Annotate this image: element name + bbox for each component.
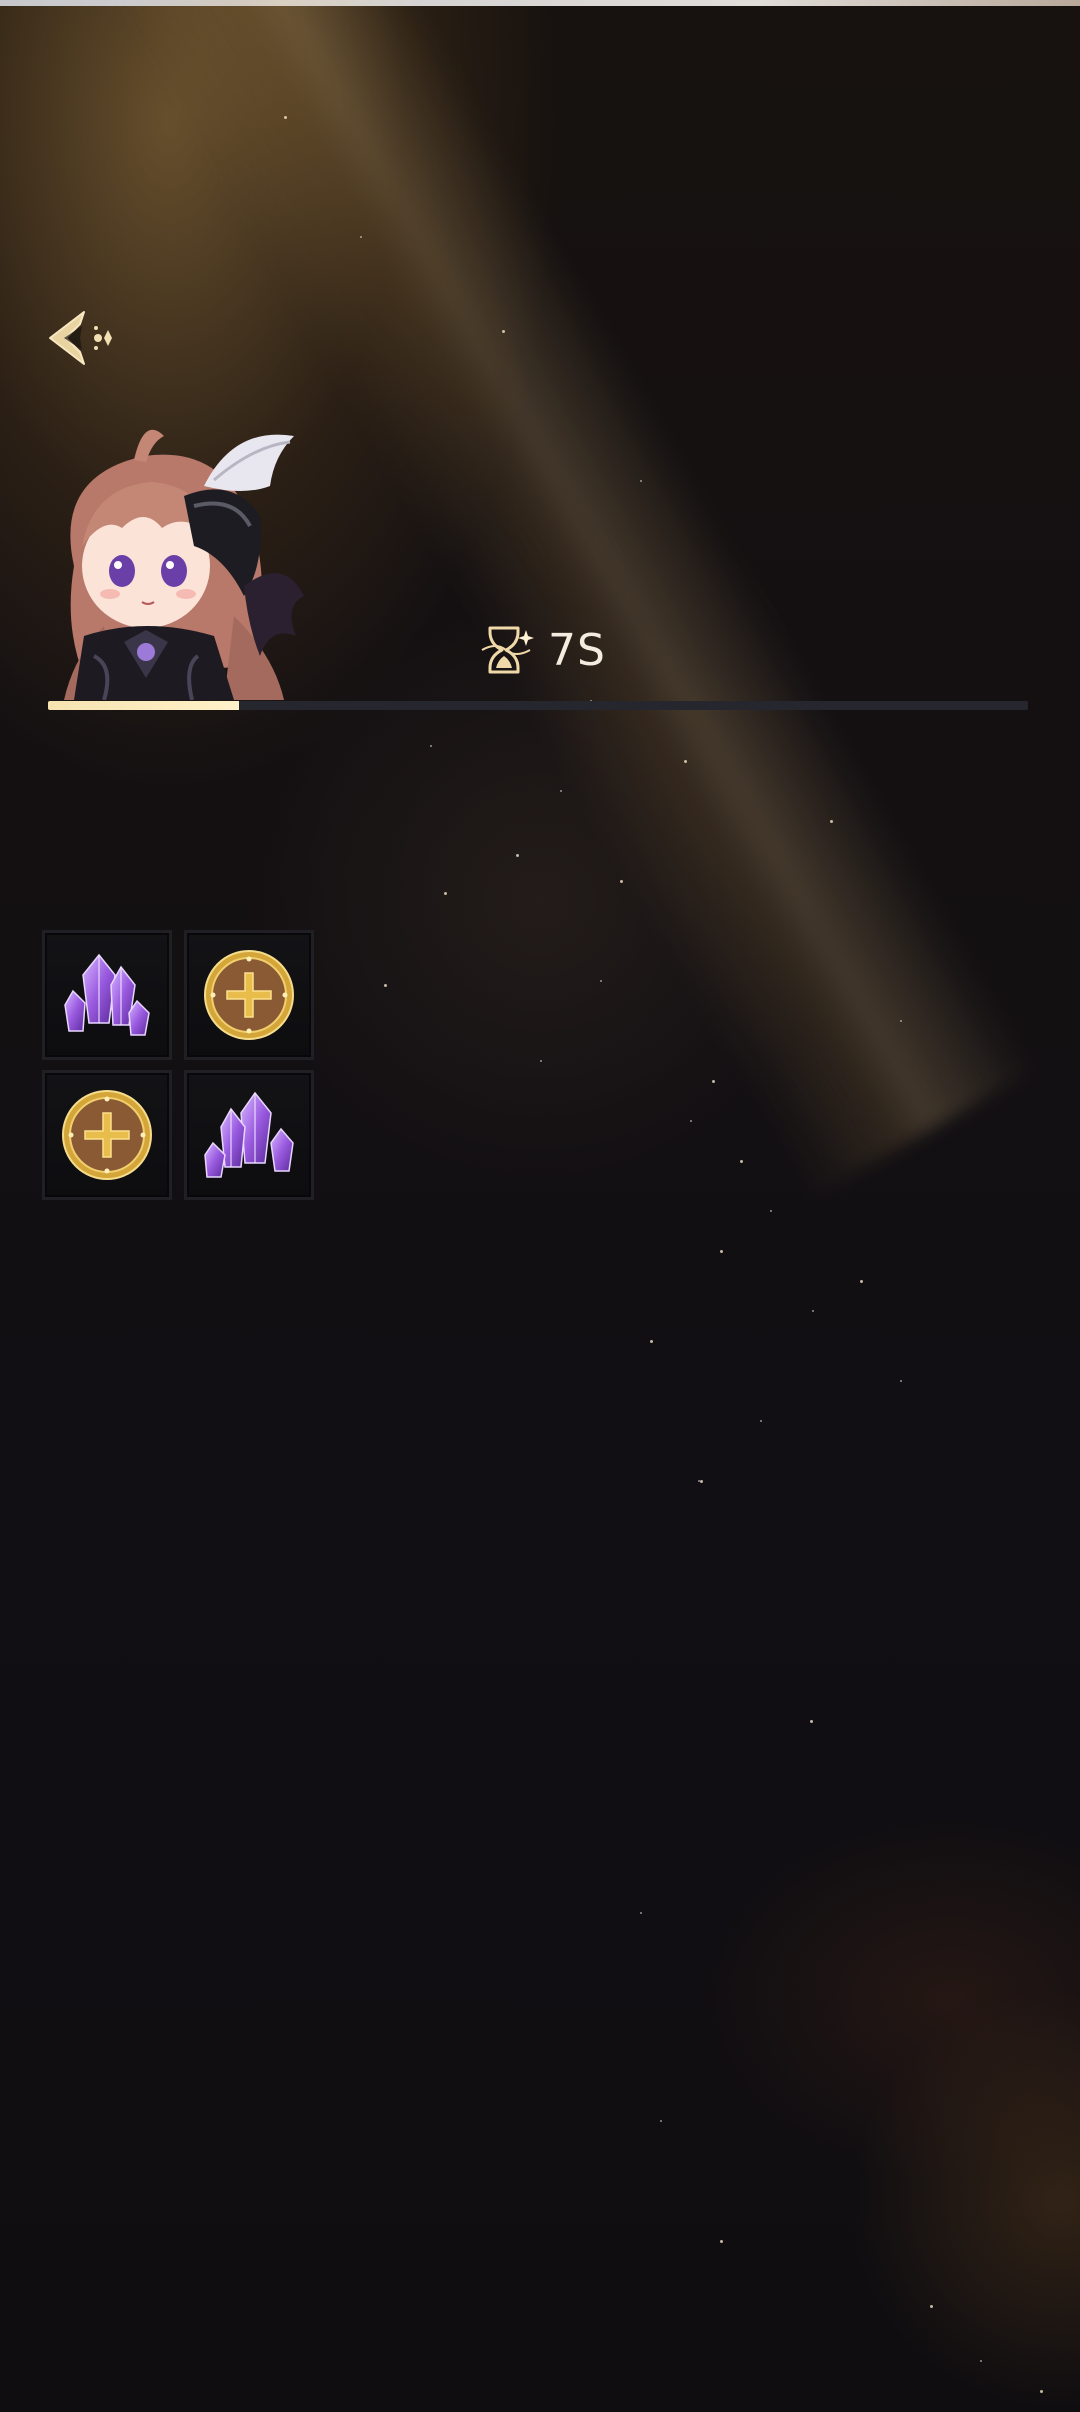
character-avatar [34,416,334,701]
gold-shield-coin-icon [62,1090,152,1180]
purple-crystal-icon [64,953,150,1036]
hourglass-icon [481,626,534,674]
purple-crystal-icon [204,1091,294,1178]
timer-text: 7S [548,624,606,676]
reward-slot[interactable] [184,930,314,1060]
character-portrait [64,429,304,701]
game-screen: 7S [0,0,1080,2412]
reward-slot[interactable] [184,1070,314,1200]
countdown-timer: 7S [476,618,606,682]
gold-shield-coin-icon [204,950,294,1040]
back-button[interactable] [42,306,120,370]
progress-fill [48,701,240,710]
back-arrow-icon [49,311,112,365]
reward-grid [42,930,318,1200]
reward-slot[interactable] [42,1070,172,1200]
reward-slot[interactable] [42,930,172,1060]
progress-bar [48,701,1028,710]
